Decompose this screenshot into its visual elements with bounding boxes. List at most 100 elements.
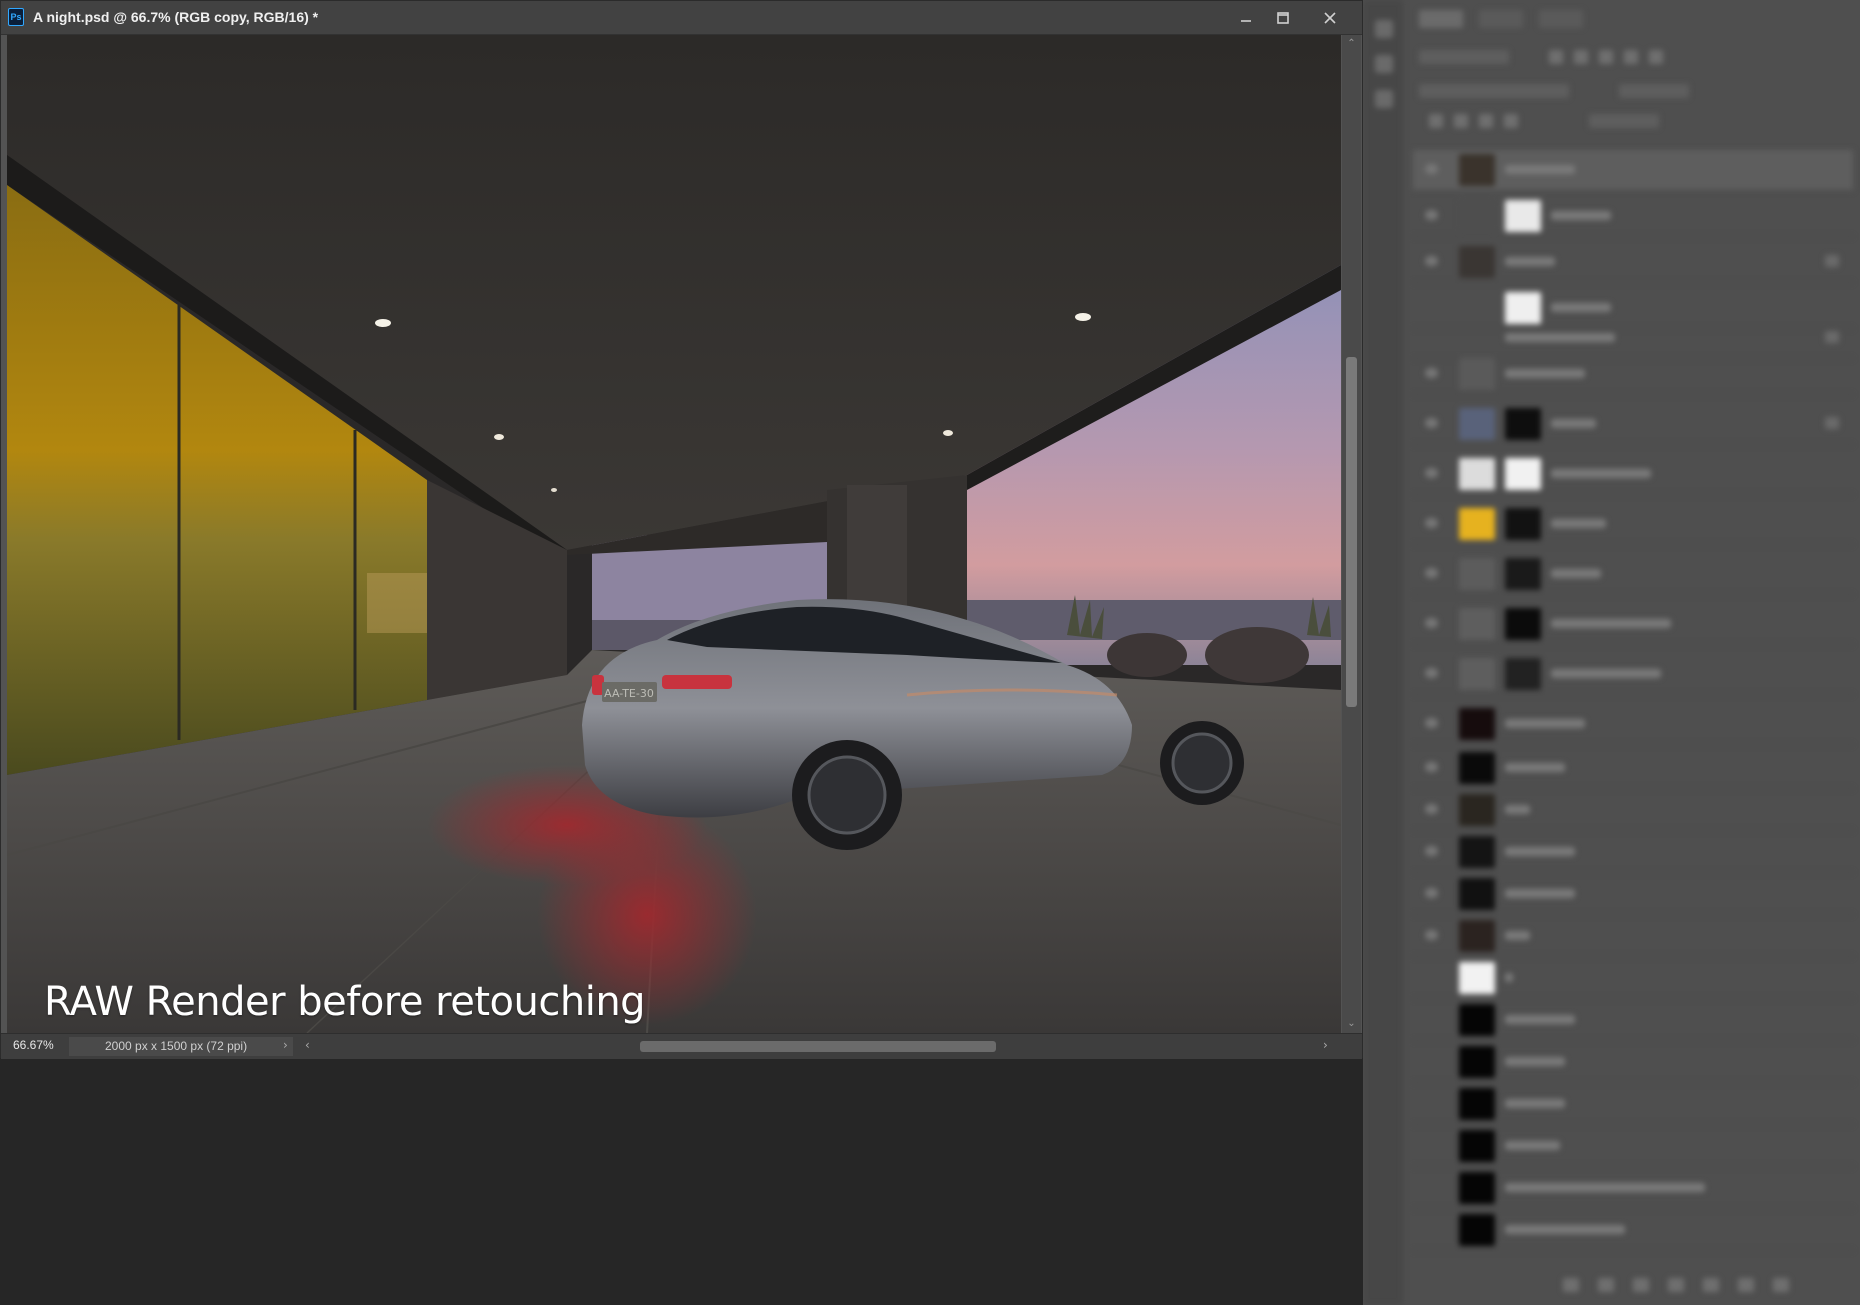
layer-thumbnail — [1459, 920, 1495, 952]
visibility-icon[interactable] — [1425, 618, 1438, 628]
horizontal-scrollbar[interactable] — [315, 1038, 1335, 1054]
info-menu-arrow-icon[interactable]: › — [283, 1036, 288, 1055]
layer-mask-thumbnail — [1505, 200, 1541, 232]
visibility-icon[interactable] — [1425, 210, 1438, 220]
visibility-icon[interactable] — [1425, 718, 1438, 728]
visibility-icon[interactable] — [1425, 888, 1438, 898]
layer-row[interactable] — [1413, 832, 1853, 873]
image-canvas[interactable]: AA-TE-30 RAW Render before retouching — [7, 35, 1341, 1033]
scroll-down-icon[interactable]: ⌄ — [1342, 1015, 1361, 1031]
visibility-icon[interactable] — [1425, 846, 1438, 856]
layer-row[interactable] — [1413, 874, 1853, 915]
properties-icon[interactable] — [1375, 55, 1393, 73]
layer-row[interactable] — [1413, 1168, 1853, 1209]
layer-row[interactable] — [1413, 1042, 1853, 1083]
visibility-icon[interactable] — [1425, 568, 1438, 578]
visibility-icon[interactable] — [1425, 418, 1438, 428]
adjustments-icon[interactable] — [1375, 90, 1393, 108]
layer-row[interactable] — [1413, 704, 1853, 745]
close-button[interactable] — [1308, 1, 1352, 34]
blend-mode-select[interactable] — [1419, 84, 1569, 98]
layer-row[interactable] — [1413, 1126, 1853, 1167]
add-mask-icon[interactable] — [1633, 1278, 1649, 1292]
vertical-scroll-thumb[interactable] — [1346, 357, 1357, 707]
layers-panel — [1363, 0, 1860, 1305]
filter-smart-icon[interactable] — [1649, 50, 1663, 64]
layer-row[interactable] — [1413, 150, 1853, 191]
filter-adjust-icon[interactable] — [1574, 50, 1588, 64]
new-layer-icon[interactable] — [1738, 1278, 1754, 1292]
document-info[interactable]: 2000 px x 1500 px (72 ppi) — [69, 1037, 293, 1056]
tab-channels[interactable] — [1479, 10, 1523, 28]
layer-name — [1505, 719, 1585, 728]
visibility-icon[interactable] — [1425, 668, 1438, 678]
layer-row[interactable] — [1413, 1084, 1853, 1125]
layer-row[interactable] — [1413, 196, 1853, 237]
blurred-panel-content — [1363, 0, 1860, 1305]
new-group-icon[interactable] — [1703, 1278, 1719, 1292]
lock-all-icon[interactable] — [1504, 114, 1518, 128]
layer-row[interactable] — [1413, 790, 1853, 831]
layer-name — [1505, 1141, 1560, 1150]
layer-thumbnail — [1459, 1088, 1495, 1120]
filter-shape-icon[interactable] — [1624, 50, 1638, 64]
visibility-icon[interactable] — [1425, 468, 1438, 478]
visibility-icon[interactable] — [1425, 164, 1438, 174]
blend-mode-row — [1419, 82, 1819, 100]
layer-thumbnail — [1459, 1172, 1495, 1204]
fx-icon[interactable] — [1825, 417, 1839, 429]
layer-row[interactable] — [1413, 748, 1853, 789]
visibility-icon[interactable] — [1425, 930, 1438, 940]
filter-kind-select[interactable] — [1419, 50, 1509, 64]
restore-button[interactable] — [1261, 1, 1305, 34]
visibility-icon[interactable] — [1425, 256, 1438, 266]
layer-row[interactable] — [1413, 554, 1853, 595]
link-layers-icon[interactable] — [1563, 1278, 1579, 1292]
layer-row[interactable] — [1413, 604, 1853, 645]
layer-name — [1551, 419, 1596, 428]
add-style-icon[interactable] — [1598, 1278, 1614, 1292]
lock-artboard-icon[interactable] — [1479, 114, 1493, 128]
opacity-field[interactable] — [1619, 84, 1689, 98]
scroll-left-icon[interactable]: ‹ — [305, 1036, 310, 1055]
zoom-level-field[interactable]: 66.67% — [7, 1036, 65, 1055]
history-icon[interactable] — [1375, 20, 1393, 38]
scroll-up-icon[interactable]: ⌃ — [1342, 35, 1361, 51]
lock-position-icon[interactable] — [1454, 114, 1468, 128]
layer-mask-thumbnail — [1505, 558, 1541, 590]
layer-name — [1505, 763, 1565, 772]
filter-type-icon[interactable] — [1599, 50, 1613, 64]
tab-layers[interactable] — [1419, 10, 1463, 28]
layer-mask-thumbnail — [1505, 658, 1541, 690]
visibility-icon[interactable] — [1425, 368, 1438, 378]
layer-row[interactable] — [1413, 916, 1853, 957]
lock-pixels-icon[interactable] — [1429, 114, 1443, 128]
layer-row[interactable] — [1413, 504, 1853, 545]
visibility-icon[interactable] — [1425, 518, 1438, 528]
delete-layer-icon[interactable] — [1773, 1278, 1789, 1292]
layer-row[interactable] — [1413, 958, 1853, 999]
vertical-scrollbar[interactable]: ⌃ ⌄ — [1342, 35, 1361, 1033]
scroll-right-icon[interactable]: › — [1323, 1036, 1328, 1055]
visibility-icon[interactable] — [1425, 762, 1438, 772]
layer-name — [1551, 619, 1671, 628]
layer-name — [1505, 1099, 1565, 1108]
layer-row[interactable] — [1413, 242, 1853, 283]
horizontal-scroll-thumb[interactable] — [640, 1041, 996, 1052]
layer-row[interactable] — [1413, 354, 1853, 395]
filter-pixel-icon[interactable] — [1549, 50, 1563, 64]
layer-row[interactable] — [1413, 1000, 1853, 1041]
visibility-icon[interactable] — [1425, 804, 1438, 814]
new-adjustment-icon[interactable] — [1668, 1278, 1684, 1292]
fx-icon[interactable] — [1825, 331, 1839, 343]
layer-row[interactable] — [1413, 454, 1853, 495]
fill-field[interactable] — [1589, 114, 1659, 128]
layer-row[interactable] — [1413, 404, 1853, 445]
layer-row[interactable] — [1413, 1210, 1853, 1251]
fx-icon[interactable] — [1825, 255, 1839, 267]
layer-row[interactable] — [1413, 318, 1853, 359]
status-bar: 66.67% 2000 px x 1500 px (72 ppi) › ‹ › — [1, 1033, 1362, 1059]
document-titlebar[interactable]: Ps A night.psd @ 66.7% (RGB copy, RGB/16… — [1, 1, 1362, 35]
layer-row[interactable] — [1413, 654, 1853, 695]
tab-paths[interactable] — [1539, 10, 1583, 28]
